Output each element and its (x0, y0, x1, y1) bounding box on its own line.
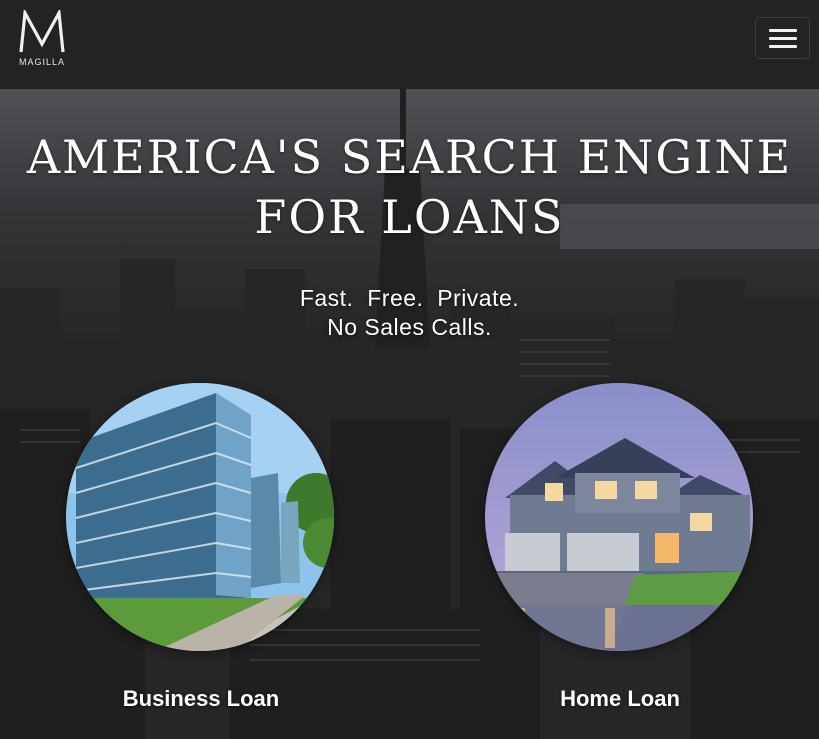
home-loan-card[interactable]: Home Loan (485, 383, 755, 723)
tagline-line-1: Fast. Free. Private. (299, 285, 520, 311)
magilla-m-logo-icon (19, 10, 65, 53)
house-image[interactable] (485, 383, 753, 651)
magilla-logo[interactable]: MAGILLA (14, 10, 70, 68)
hamburger-bar (769, 37, 797, 40)
navbar: MAGILLA (0, 0, 819, 89)
logo-text: MAGILLA (18, 57, 65, 67)
hamburger-bar (769, 45, 797, 48)
business-loan-label[interactable]: Business Loan (66, 686, 336, 712)
hero-section: AMERICA'S SEARCH ENGINE FOR LOANS Fast. … (0, 89, 819, 739)
business-loan-card[interactable]: Business Loan (66, 383, 336, 723)
hero-headline: AMERICA'S SEARCH ENGINE FOR LOANS (0, 127, 819, 247)
home-loan-label[interactable]: Home Loan (485, 686, 755, 712)
tagline-line-2: No Sales Calls. (327, 314, 492, 340)
menu-toggle-button[interactable] (755, 17, 810, 59)
office-building-image[interactable] (66, 383, 334, 651)
hamburger-menu-icon (769, 29, 797, 32)
headline-line-2: FOR LOANS (254, 190, 565, 244)
headline-line-1: AMERICA'S SEARCH ENGINE (26, 130, 793, 184)
hero-tagline: Fast. Free. Private. No Sales Calls. (0, 284, 819, 342)
